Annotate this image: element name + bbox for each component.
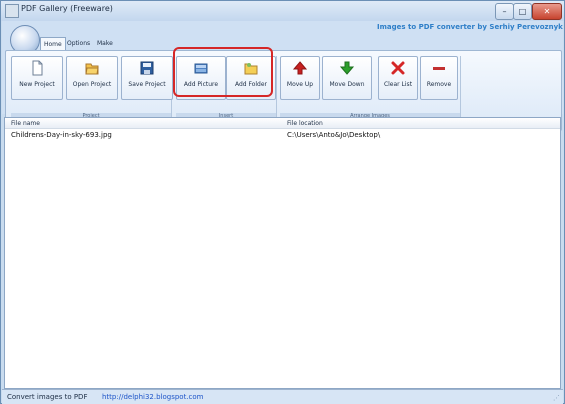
save-project-icon (140, 61, 154, 75)
app-window: PDF Gallery (Freeware) – □ ✕ Home Option… (0, 0, 565, 404)
maximize-button[interactable]: □ (513, 3, 532, 20)
file-location-cell: C:\Users\Anto&Jo\Desktop\ (287, 131, 381, 139)
move-down-button[interactable]: Move Down (322, 56, 372, 100)
remove-icon (433, 67, 445, 70)
list-header: File name File location (5, 118, 560, 129)
save-project-button[interactable]: Save Project (121, 56, 173, 100)
open-project-label: Open Project (72, 81, 112, 88)
move-up-button[interactable]: Move Up (280, 56, 320, 100)
title-bar: PDF Gallery (Freeware) – □ ✕ (1, 1, 564, 21)
open-project-icon (85, 63, 99, 75)
clear-list-icon (391, 61, 405, 75)
close-button[interactable]: ✕ (532, 3, 562, 20)
file-name-cell: Childrens-Day-in-sky-693.jpg (11, 131, 112, 139)
clear-list-button[interactable]: Clear List (378, 56, 418, 100)
open-project-button[interactable]: Open Project (66, 56, 118, 100)
new-project-label: New Project (19, 81, 55, 88)
tab-make-pdf[interactable]: Make PDF (94, 37, 116, 60)
remove-button[interactable]: Remove (420, 56, 458, 100)
tab-options[interactable]: Options (64, 37, 93, 50)
ribbon: Home Options Make PDF Images to PDF conv… (2, 21, 563, 131)
move-down-label: Move Down (329, 81, 365, 88)
new-project-icon (32, 60, 43, 76)
file-location-header[interactable]: File location (287, 120, 323, 127)
brand-title: Images to PDF converter by Serhiy Perevo… (377, 23, 563, 31)
new-project-button[interactable]: New Project (11, 56, 63, 100)
insert-highlight (173, 47, 273, 97)
tab-home[interactable]: Home (40, 37, 66, 51)
arrange-images-group: Move Up Move Down Clear List Remove Arra… (280, 56, 461, 123)
project-group: New Project Open Project Save Project Pr… (11, 56, 173, 123)
save-project-label: Save Project (128, 81, 166, 88)
clear-list-label: Clear List (383, 81, 413, 88)
app-icon (5, 4, 19, 18)
minimize-button[interactable]: – (495, 3, 514, 20)
table-row[interactable]: Childrens-Day-in-sky-693.jpg C:\Users\An… (5, 129, 560, 141)
window-title: PDF Gallery (Freeware) (21, 4, 113, 13)
status-text: Convert images to PDF (7, 393, 88, 401)
file-name-header[interactable]: File name (11, 120, 40, 127)
move-up-icon (292, 61, 308, 75)
remove-label: Remove (426, 81, 452, 88)
status-bar: Convert images to PDF http://delphi32.bl… (2, 389, 563, 404)
status-link[interactable]: http://delphi32.blogspot.com (102, 393, 204, 401)
resize-grip-icon[interactable]: ⋰ (553, 394, 560, 402)
file-list[interactable]: File name File location Childrens-Day-in… (4, 117, 561, 389)
move-up-label: Move Up (286, 81, 314, 88)
move-down-icon (339, 61, 355, 75)
